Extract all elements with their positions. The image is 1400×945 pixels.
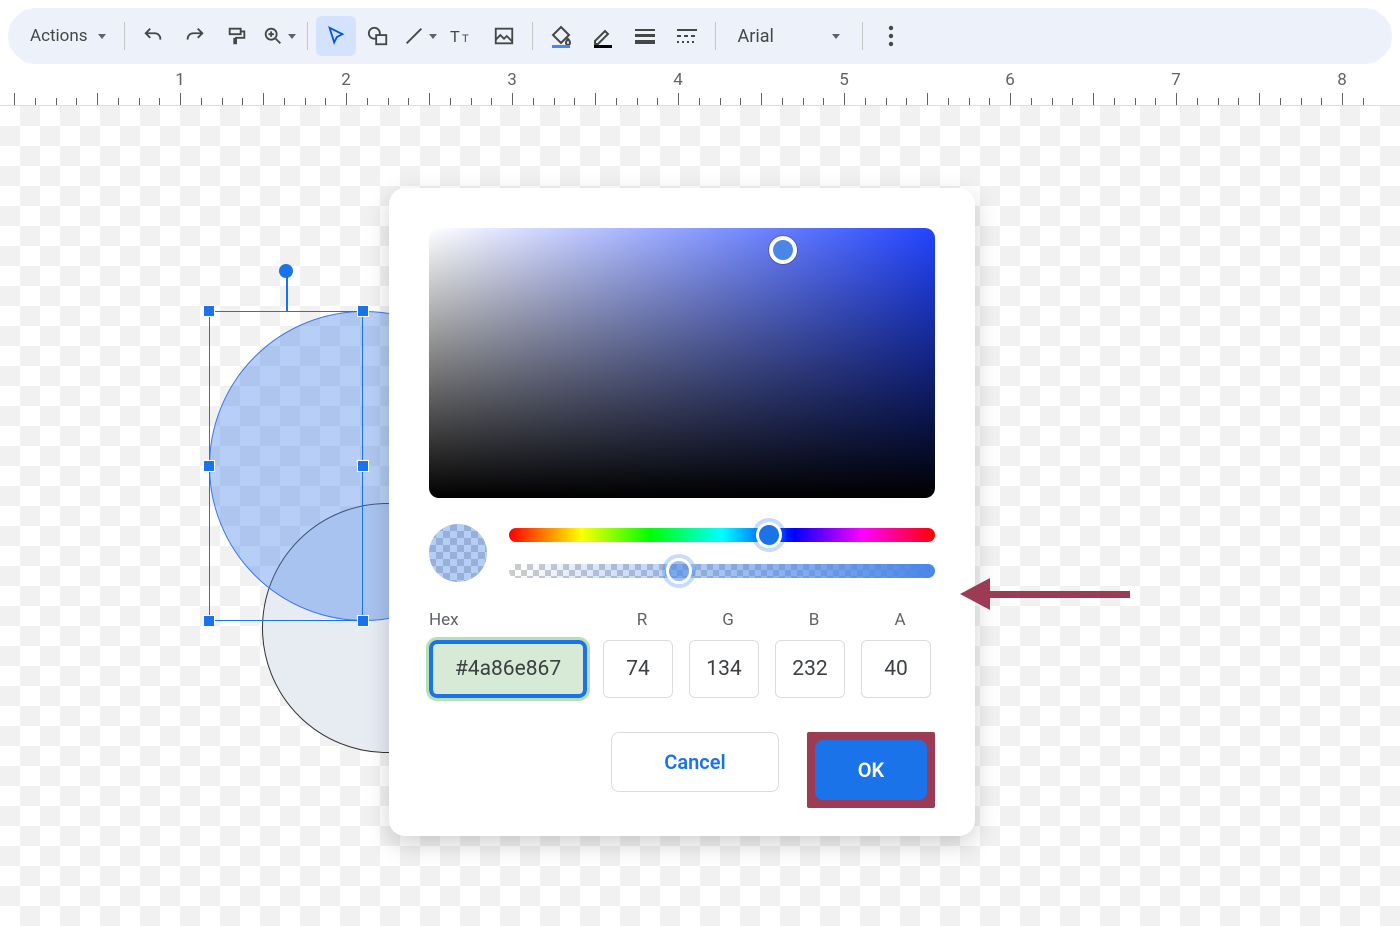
hex-value: #4a86e867 xyxy=(455,657,561,681)
hue-slider-thumb[interactable] xyxy=(756,522,782,548)
ruler-number: 5 xyxy=(839,70,849,90)
resize-handle-bl[interactable] xyxy=(203,615,215,627)
caret-down-icon xyxy=(288,34,296,39)
drawing-canvas[interactable]: Hex R G B A #4a86e867 74 134 232 40 Canc… xyxy=(0,106,1400,926)
fill-color-button[interactable] xyxy=(541,16,581,56)
undo-button[interactable] xyxy=(133,16,173,56)
separator xyxy=(307,22,308,50)
ruler-number: 3 xyxy=(507,70,517,90)
resize-handle-ml[interactable] xyxy=(203,460,215,472)
image-tool[interactable] xyxy=(484,16,524,56)
selection-bounding-box[interactable] xyxy=(209,311,363,621)
ruler-number: 6 xyxy=(1005,70,1015,90)
ruler-number: 7 xyxy=(1171,70,1181,90)
shapes-icon xyxy=(366,25,390,47)
separator xyxy=(715,22,716,50)
paint-roller-icon xyxy=(226,25,248,47)
horizontal-ruler[interactable]: 1 2 3 4 5 6 7 8 xyxy=(0,72,1400,106)
zoom-icon xyxy=(262,25,284,47)
fill-bucket-icon xyxy=(549,24,573,48)
line-icon xyxy=(403,25,425,47)
color-spectrum[interactable] xyxy=(429,228,935,498)
redo-button[interactable] xyxy=(175,16,215,56)
r-input[interactable]: 74 xyxy=(603,640,673,698)
g-label: G xyxy=(693,610,763,630)
annotation-arrow xyxy=(960,584,1130,604)
more-button[interactable] xyxy=(871,16,911,56)
b-input[interactable]: 232 xyxy=(775,640,845,698)
line-tool[interactable] xyxy=(400,16,440,56)
more-vertical-icon xyxy=(888,25,894,47)
resize-handle-mr[interactable] xyxy=(357,460,369,472)
cursor-icon xyxy=(325,25,347,47)
textbox-tool[interactable]: TT xyxy=(442,16,482,56)
font-name-label: Arial xyxy=(738,26,774,47)
line-dash-icon xyxy=(675,27,699,45)
arrow-head-icon xyxy=(960,578,990,610)
ok-button-highlight: OK xyxy=(807,732,935,808)
select-tool[interactable] xyxy=(316,16,356,56)
font-select[interactable]: Arial xyxy=(724,16,854,56)
zoom-button[interactable] xyxy=(259,16,299,56)
a-input[interactable]: 40 xyxy=(861,640,931,698)
caret-down-icon xyxy=(832,34,840,39)
resize-handle-tl[interactable] xyxy=(203,305,215,317)
hue-slider[interactable] xyxy=(509,528,935,542)
ruler-number: 4 xyxy=(673,70,683,90)
alpha-slider[interactable] xyxy=(509,564,935,578)
shape-tool[interactable] xyxy=(358,16,398,56)
actions-menu[interactable]: Actions xyxy=(20,16,116,56)
color-picker-dialog: Hex R G B A #4a86e867 74 134 232 40 Canc… xyxy=(389,188,975,836)
resize-handle-br[interactable] xyxy=(357,615,369,627)
rotation-handle[interactable] xyxy=(279,264,293,278)
ruler-number: 1 xyxy=(175,70,185,90)
image-icon xyxy=(493,25,515,47)
svg-text:T: T xyxy=(450,29,460,46)
separator xyxy=(124,22,125,50)
border-weight-button[interactable] xyxy=(625,16,665,56)
pencil-icon xyxy=(591,24,615,48)
redo-icon xyxy=(184,25,206,47)
svg-text:T: T xyxy=(462,33,469,45)
actions-label: Actions xyxy=(30,26,88,46)
resize-handle-tr[interactable] xyxy=(357,305,369,317)
caret-down-icon xyxy=(98,34,106,39)
arrow-line xyxy=(990,591,1130,598)
spectrum-handle[interactable] xyxy=(769,236,797,264)
paint-format-button[interactable] xyxy=(217,16,257,56)
color-preview-swatch xyxy=(429,524,487,582)
ok-button[interactable]: OK xyxy=(815,740,927,800)
cancel-button[interactable]: Cancel xyxy=(611,732,779,792)
undo-icon xyxy=(142,25,164,47)
a-label: A xyxy=(865,610,935,630)
toolbar: Actions TT Arial xyxy=(8,8,1392,64)
ruler-number: 2 xyxy=(341,70,351,90)
line-weight-icon xyxy=(633,27,657,45)
rotation-handle-line xyxy=(286,272,288,312)
separator xyxy=(532,22,533,50)
hex-label: Hex xyxy=(429,610,591,630)
textbox-icon: TT xyxy=(450,26,474,46)
hex-input[interactable]: #4a86e867 xyxy=(429,640,587,698)
border-color-button[interactable] xyxy=(583,16,623,56)
border-dash-button[interactable] xyxy=(667,16,707,56)
separator xyxy=(862,22,863,50)
r-label: R xyxy=(607,610,677,630)
g-input[interactable]: 134 xyxy=(689,640,759,698)
ruler-number: 8 xyxy=(1337,70,1347,90)
caret-down-icon xyxy=(429,34,437,39)
alpha-slider-thumb[interactable] xyxy=(666,558,692,584)
b-label: B xyxy=(779,610,849,630)
